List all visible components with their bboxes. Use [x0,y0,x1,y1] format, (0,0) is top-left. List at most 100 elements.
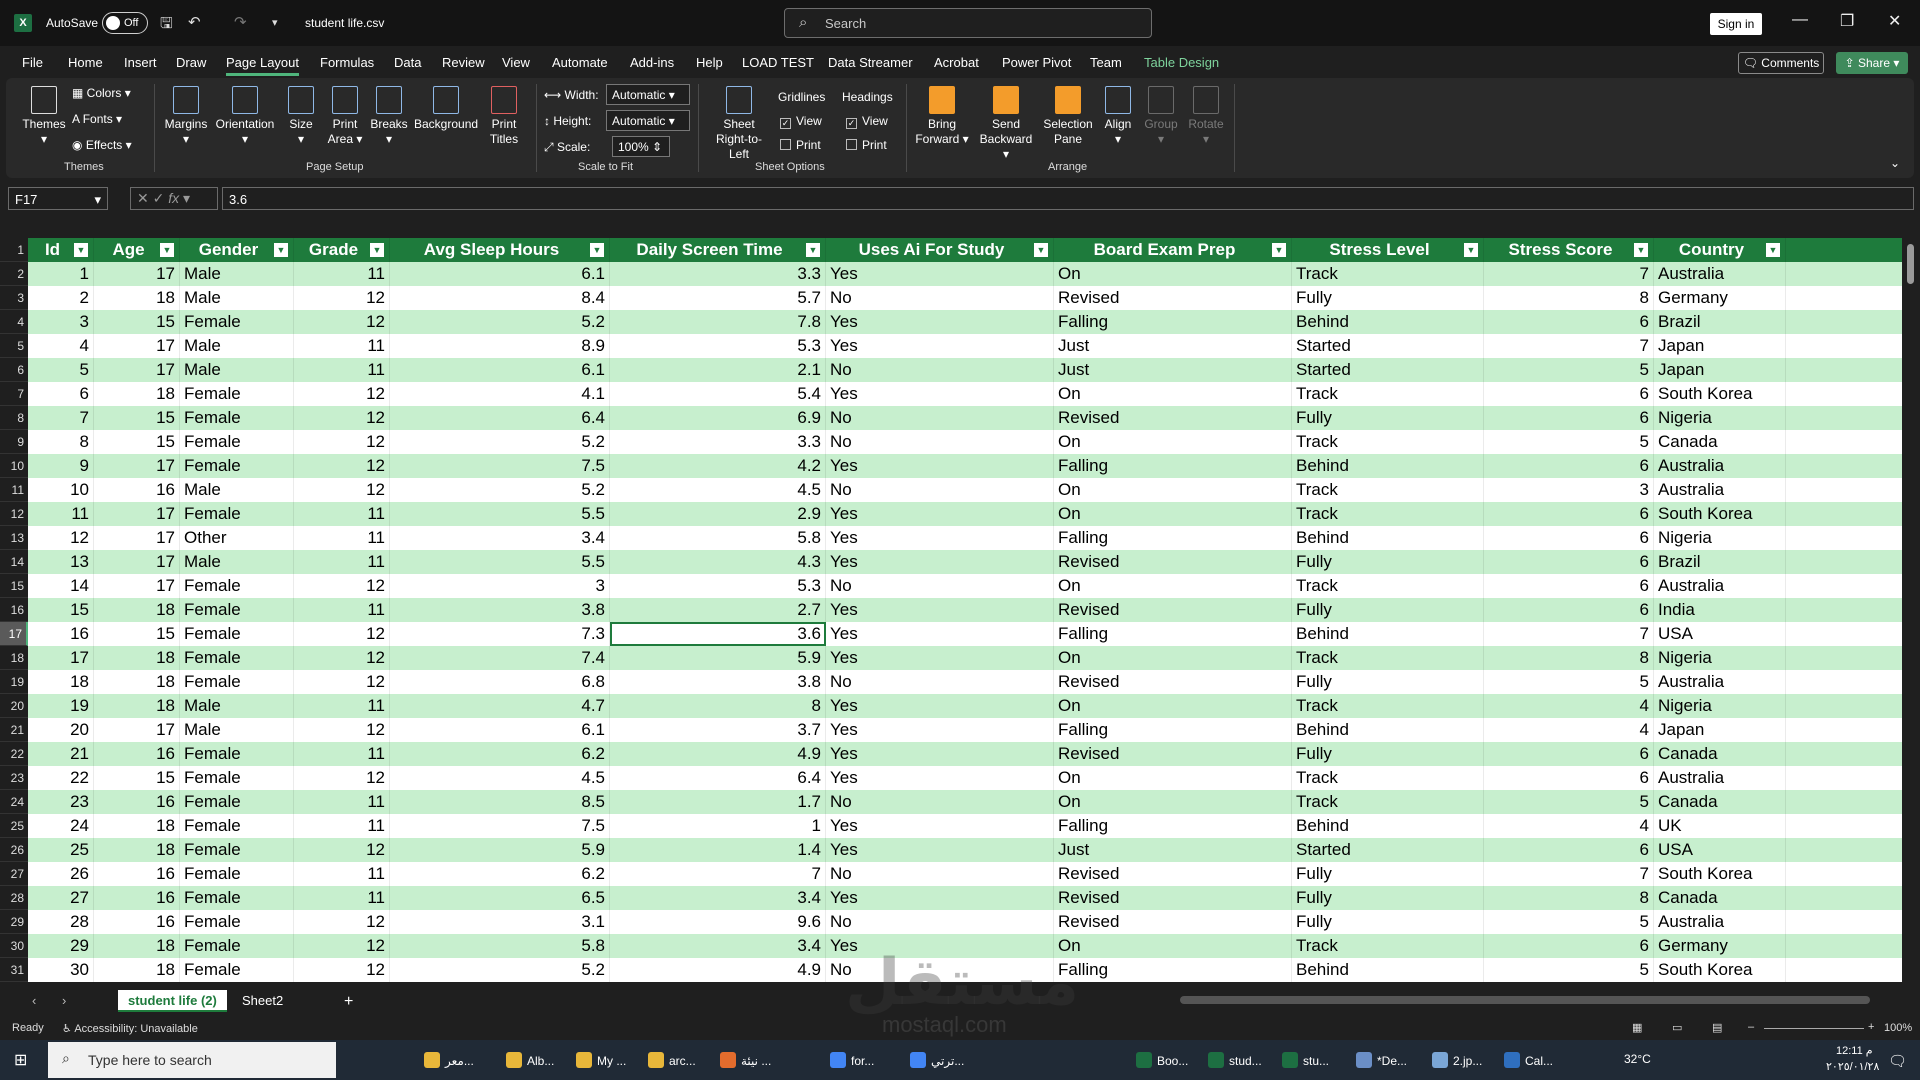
print-titles-button[interactable]: Print Titles [484,86,524,147]
table-cell[interactable]: 17 [94,358,180,382]
column-title[interactable]: Avg Sleep Hours ▼ [390,238,610,262]
normal-view-icon[interactable]: ▦ [1632,1021,1642,1034]
table-cell[interactable]: Track [1292,478,1484,502]
table-cell[interactable]: 6 [28,382,94,406]
table-cell[interactable]: 1.4 [610,838,826,862]
table-cell[interactable]: Australia [1654,574,1786,598]
name-box[interactable]: F17 ▾ [8,187,108,210]
print-area-button[interactable]: Print Area ▾ [326,86,364,147]
table-cell[interactable]: Fully [1292,550,1484,574]
table-cell[interactable]: No [826,790,1054,814]
table-cell[interactable]: Yes [826,718,1054,742]
table-cell[interactable]: India [1654,598,1786,622]
table-cell[interactable]: Male [180,550,294,574]
table-cell[interactable]: 12 [294,838,390,862]
table-cell[interactable]: 17 [94,262,180,286]
zoom-level[interactable]: 100% [1884,1022,1912,1034]
table-cell[interactable]: 6.2 [390,742,610,766]
table-cell[interactable]: On [1054,478,1292,502]
table-cell[interactable]: Behind [1292,526,1484,550]
row-header[interactable]: 18 [0,646,28,670]
table-cell[interactable]: 4.7 [390,694,610,718]
table-cell[interactable]: 17 [94,550,180,574]
row-header[interactable]: 30 [0,934,28,958]
tab-data-streamer[interactable]: Data Streamer [828,55,913,70]
table-cell[interactable]: 5 [1484,670,1654,694]
table-cell[interactable]: 12 [294,934,390,958]
tab-automate[interactable]: Automate [552,55,608,70]
page-layout-view-icon[interactable]: ▭ [1672,1021,1682,1034]
horizontal-scrollbar[interactable] [1180,996,1870,1004]
table-cell[interactable]: Behind [1292,622,1484,646]
send-backward-button[interactable]: Send Backward ▾ [976,86,1036,162]
table-cell[interactable]: No [826,358,1054,382]
table-cell[interactable]: Female [180,742,294,766]
share-button[interactable]: ⇪ Share ▾ [1836,52,1908,74]
tab-home[interactable]: Home [68,55,103,70]
table-cell[interactable]: Yes [826,382,1054,406]
table-cell[interactable]: Falling [1054,526,1292,550]
save-icon[interactable]: 🖫 [160,13,173,38]
table-cell[interactable]: 7.5 [390,454,610,478]
tab-acrobat[interactable]: Acrobat [934,55,979,70]
table-cell[interactable]: 6 [1484,502,1654,526]
table-cell[interactable]: 12 [294,454,390,478]
table-cell[interactable]: 3.3 [610,430,826,454]
zoom-out-icon[interactable]: – [1748,1021,1754,1033]
table-cell[interactable]: 3.8 [610,670,826,694]
row-header[interactable]: 7 [0,382,28,406]
table-cell[interactable]: 18 [94,814,180,838]
table-cell[interactable]: 6 [1484,838,1654,862]
table-cell[interactable]: Started [1292,838,1484,862]
table-cell[interactable]: 5.9 [610,646,826,670]
table-cell[interactable]: 12 [294,406,390,430]
table-cell[interactable]: 18 [94,934,180,958]
table-cell[interactable]: Revised [1054,910,1292,934]
table-cell[interactable]: Falling [1054,718,1292,742]
table-cell[interactable]: South Korea [1654,502,1786,526]
table-cell[interactable]: 12 [294,382,390,406]
filter-dropdown-icon[interactable]: ▼ [1033,242,1049,258]
table-cell[interactable]: 17 [94,334,180,358]
table-cell[interactable]: 12 [294,718,390,742]
table-cell[interactable]: Canada [1654,886,1786,910]
tab-power-pivot[interactable]: Power Pivot [1002,55,1071,70]
table-cell[interactable]: Yes [826,766,1054,790]
table-cell[interactable]: Revised [1054,550,1292,574]
table-cell[interactable]: Canada [1654,790,1786,814]
table-cell[interactable]: Track [1292,766,1484,790]
table-cell[interactable]: 4 [1484,718,1654,742]
table-cell[interactable]: 17 [28,646,94,670]
table-cell[interactable]: 5 [1484,358,1654,382]
filter-dropdown-icon[interactable]: ▼ [1633,242,1649,258]
table-cell[interactable]: 4.1 [390,382,610,406]
table-cell[interactable]: No [826,286,1054,310]
table-cell[interactable]: Nigeria [1654,406,1786,430]
table-cell[interactable]: No [826,910,1054,934]
zoom-in-icon[interactable]: + [1868,1021,1874,1033]
table-cell[interactable]: 11 [294,526,390,550]
table-cell[interactable]: 16 [94,886,180,910]
table-cell[interactable]: Yes [826,310,1054,334]
table-cell[interactable]: On [1054,430,1292,454]
prev-sheet-icon[interactable]: ‹ [22,990,46,1012]
table-cell[interactable]: 22 [28,766,94,790]
filter-dropdown-icon[interactable]: ▼ [1765,242,1781,258]
table-cell[interactable]: 6.8 [390,670,610,694]
tab-file[interactable]: File [22,55,43,70]
taskbar-search[interactable]: ⌕ Type here to search [48,1042,336,1078]
column-title[interactable]: Daily Screen Time ▼ [610,238,826,262]
clock-date[interactable]: ٢٠٢٥/٠١/٢٨ [1826,1060,1879,1073]
table-cell[interactable]: 8 [1484,886,1654,910]
table-cell[interactable]: 18 [94,838,180,862]
table-cell[interactable]: Female [180,910,294,934]
margins-button[interactable]: Margins ▾ [162,86,210,147]
table-cell[interactable]: 4 [28,334,94,358]
filter-dropdown-icon[interactable]: ▼ [589,242,605,258]
table-cell[interactable]: 4.9 [610,958,826,982]
tab-team[interactable]: Team [1090,55,1122,70]
table-cell[interactable]: 8.5 [390,790,610,814]
filter-dropdown-icon[interactable]: ▼ [73,242,89,258]
row-header[interactable]: 26 [0,838,28,862]
table-cell[interactable]: 13 [28,550,94,574]
